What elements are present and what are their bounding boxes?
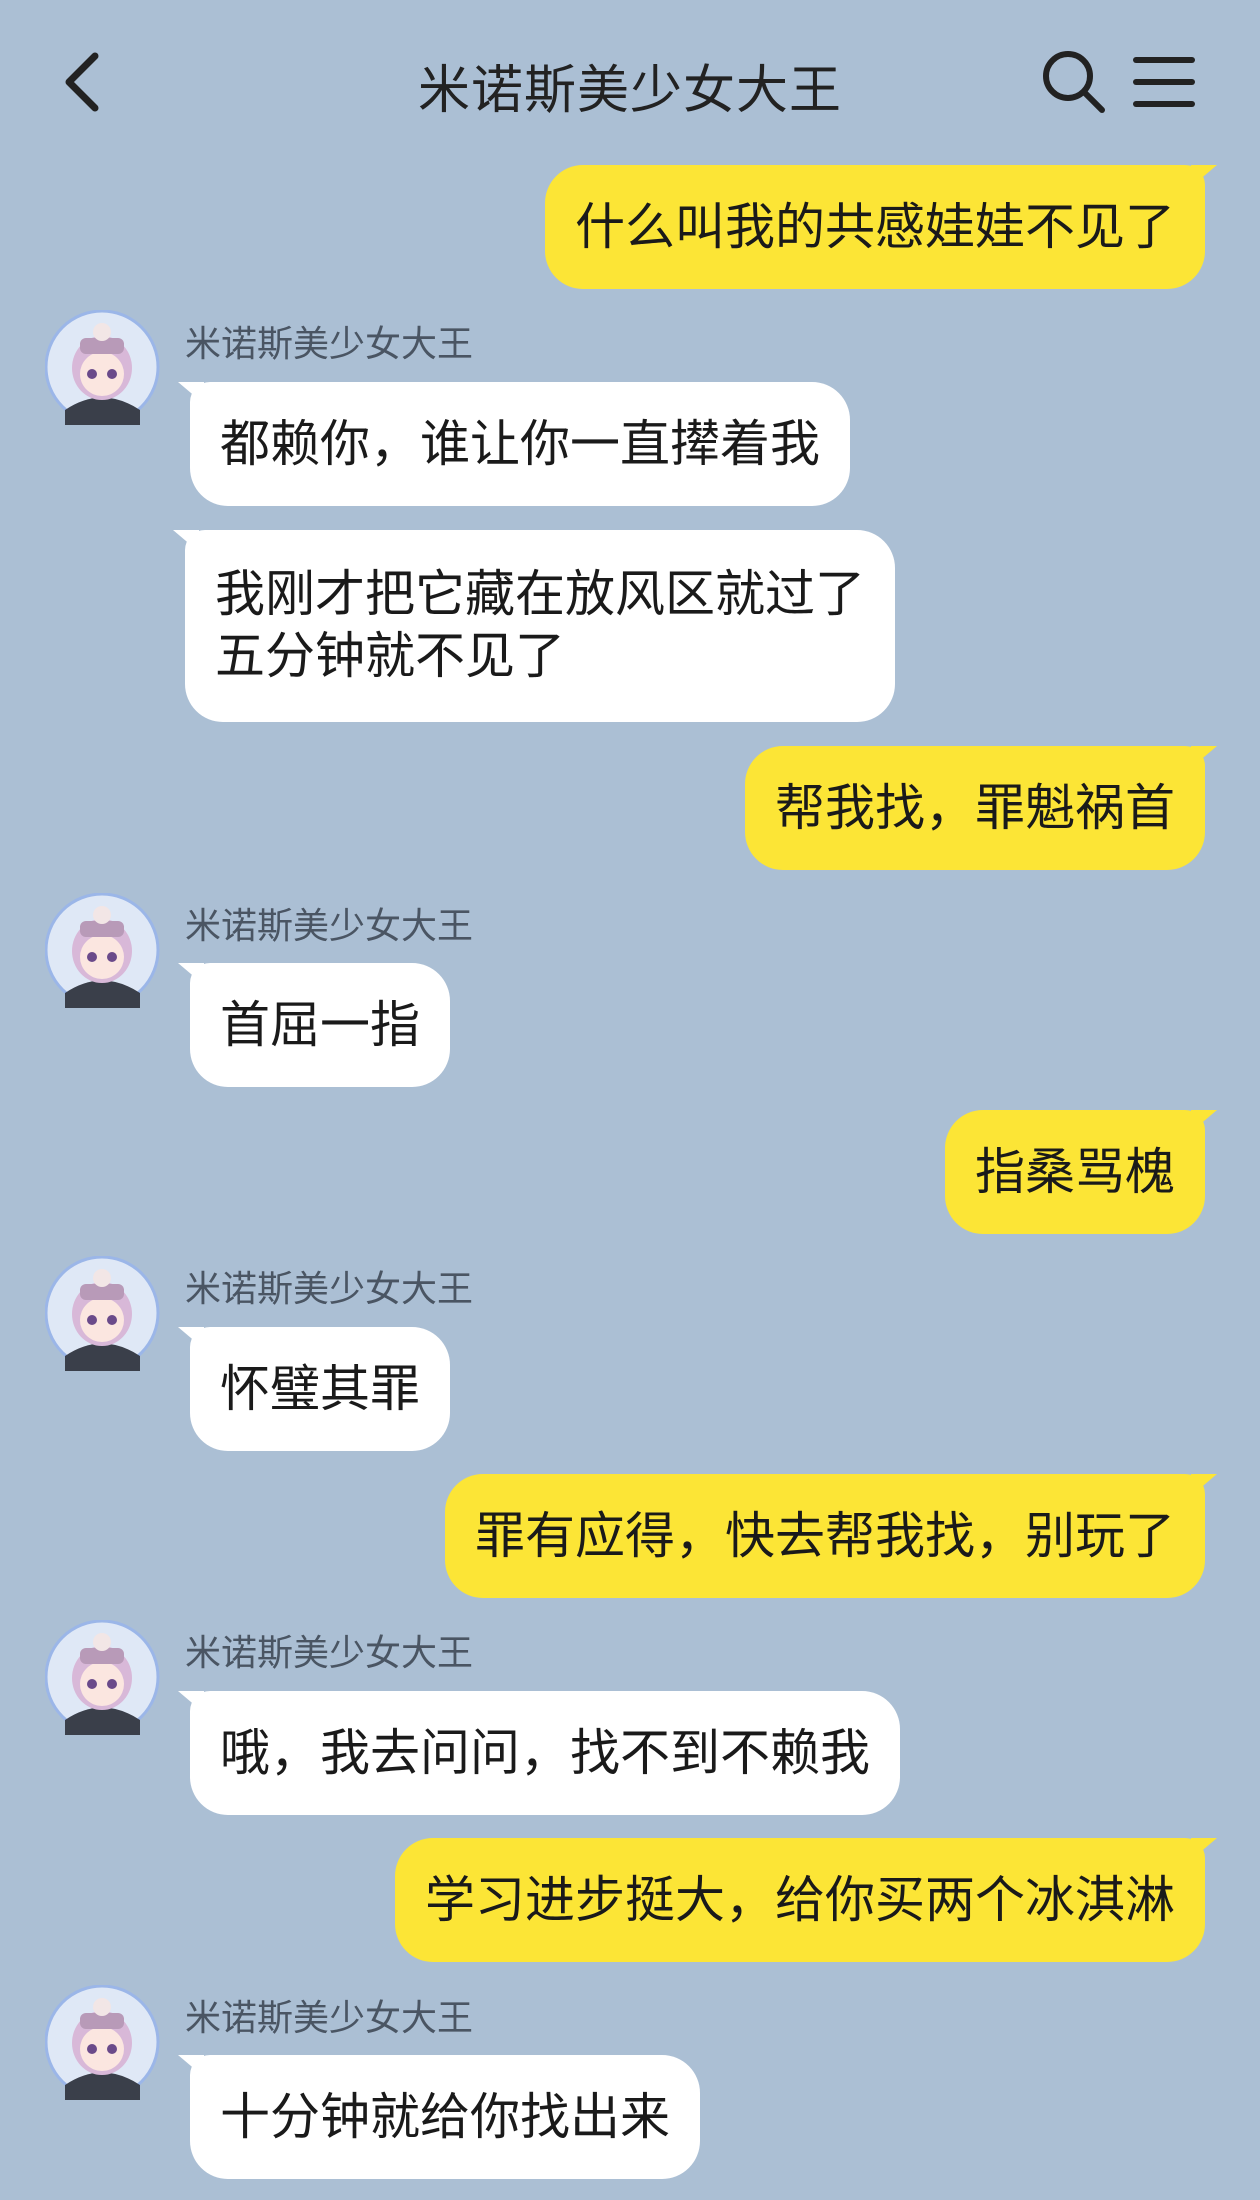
contact-avatar[interactable] (44, 1619, 160, 1735)
my-message-bubble[interactable]: 罪有应得，快去帮我找，别玩了 (445, 1474, 1217, 1598)
contact-avatar[interactable] (44, 1255, 160, 1371)
my-message-bubble[interactable]: 学习进步挺大，给你买两个冰淇淋 (395, 1838, 1217, 1962)
message-text: 首屈一指 (220, 996, 420, 1054)
contact-avatar[interactable] (44, 1984, 160, 2100)
contact-avatar[interactable] (44, 892, 160, 1008)
their-message-bubble[interactable]: 都赖你，谁让你一直撵着我 (178, 382, 850, 506)
top-bar: 米诺斯美少女大王 (0, 0, 1260, 165)
sender-name: 米诺斯美少女大王 (185, 1998, 474, 2039)
menu-icon (1133, 57, 1195, 107)
my-message-bubble[interactable]: 帮我找，罪魁祸首 (745, 746, 1217, 870)
message-text: 哦，我去问问，找不到不赖我 (220, 1724, 870, 1782)
message-text: 十分钟就给你找出来 (220, 2088, 670, 2146)
message-text: 怀璧其罪 (220, 1360, 420, 1418)
sender-name: 米诺斯美少女大王 (185, 324, 474, 365)
message-text: 五分钟就不见了 (215, 627, 565, 685)
search-button[interactable] (1038, 46, 1108, 116)
their-message-bubble[interactable]: 哦，我去问问，找不到不赖我 (178, 1691, 900, 1815)
menu-button[interactable] (1130, 52, 1200, 112)
message-text: 我刚才把它藏在放风区就过了 (215, 565, 865, 623)
message-text: 都赖你，谁让你一直撵着我 (220, 415, 820, 473)
search-icon (1043, 51, 1105, 113)
message-text: 指桑骂槐 (975, 1143, 1175, 1201)
their-message-bubble[interactable]: 首屈一指 (178, 963, 450, 1087)
message-text: 罪有应得，快去帮我找，别玩了 (475, 1507, 1175, 1565)
sender-name: 米诺斯美少女大王 (185, 1269, 474, 1310)
their-message-bubble[interactable]: 我刚才把它藏在放风区就过了 五分钟就不见了 (173, 530, 895, 722)
message-text: 帮我找，罪魁祸首 (775, 779, 1175, 837)
their-message-bubble[interactable]: 十分钟就给你找出来 (178, 2055, 700, 2179)
message-text: 什么叫我的共感娃娃不见了 (575, 198, 1175, 256)
message-text: 学习进步挺大，给你买两个冰淇淋 (425, 1871, 1175, 1929)
sender-name: 米诺斯美少女大王 (185, 1633, 474, 1674)
contact-avatar[interactable] (44, 309, 160, 425)
my-message-bubble[interactable]: 什么叫我的共感娃娃不见了 (545, 165, 1217, 289)
sender-name: 米诺斯美少女大王 (185, 906, 474, 947)
my-message-bubble[interactable]: 指桑骂槐 (945, 1110, 1217, 1234)
their-message-bubble[interactable]: 怀璧其罪 (178, 1327, 450, 1451)
